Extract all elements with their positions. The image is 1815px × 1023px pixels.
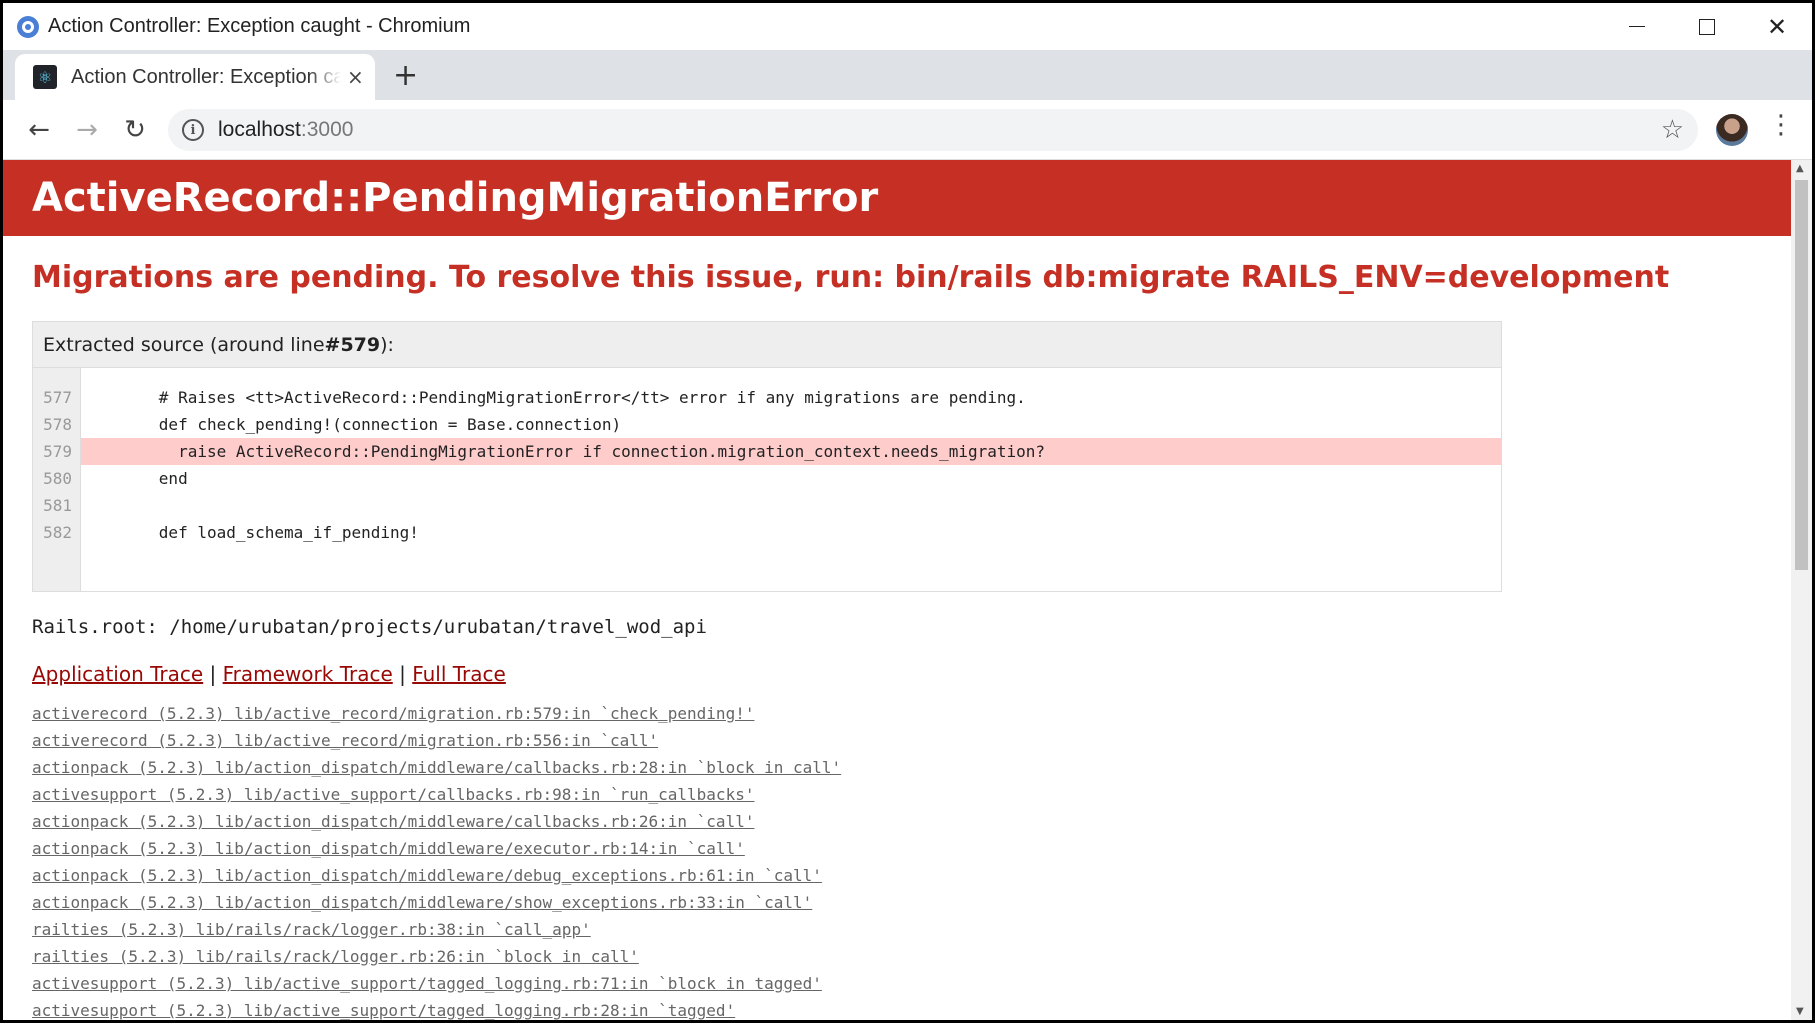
url-host: localhost <box>218 118 301 141</box>
code-lines: # Raises <tt>ActiveRecord::PendingMigrat… <box>81 368 1501 591</box>
minimize-button[interactable] <box>1602 3 1672 50</box>
info-icon[interactable]: i <box>182 119 204 141</box>
source-body: 577 578 579 580 581 582 # Raises <tt>Act… <box>33 368 1501 591</box>
source-heading-prefix: Extracted source (around line <box>43 333 325 356</box>
trace-item[interactable]: activesupport (5.2.3) lib/active_support… <box>32 970 1791 997</box>
full-trace-link[interactable]: Full Trace <box>412 662 506 686</box>
forward-arrow-icon[interactable]: → <box>63 106 111 154</box>
line-number: 579 <box>43 442 72 461</box>
window-controls: ✕ <box>1602 3 1812 50</box>
line-number: 581 <box>43 496 72 515</box>
url-text[interactable]: localhost:3000 <box>218 118 353 142</box>
line-number: 578 <box>43 415 72 434</box>
source-heading: Extracted source (around line #579): <box>33 322 1501 368</box>
trace-list: activerecord (5.2.3) lib/active_record/m… <box>32 700 1791 1020</box>
source-heading-suffix: ): <box>380 333 394 356</box>
trace-item[interactable]: activerecord (5.2.3) lib/active_record/m… <box>32 700 1791 727</box>
trace-item[interactable]: activerecord (5.2.3) lib/active_record/m… <box>32 727 1791 754</box>
separator: | <box>203 662 223 686</box>
line-number: 582 <box>43 523 72 542</box>
code-line: def load_schema_if_pending! <box>101 523 419 542</box>
tab-strip: ⚛ Action Controller: Exception caught × … <box>3 50 1812 100</box>
profile-avatar[interactable] <box>1716 114 1748 146</box>
tab-active[interactable]: ⚛ Action Controller: Exception caught × <box>15 54 375 100</box>
code-line: def check_pending!(connection = Base.con… <box>101 415 622 434</box>
trace-item[interactable]: actionpack (5.2.3) lib/action_dispatch/m… <box>32 808 1791 835</box>
source-heading-line: #579 <box>324 333 381 356</box>
page-content: ActiveRecord::PendingMigrationError Migr… <box>3 160 1791 1020</box>
address-bar[interactable]: i localhost:3000 ☆ <box>168 109 1698 151</box>
close-window-button[interactable]: ✕ <box>1742 3 1812 50</box>
minimize-icon <box>1629 26 1645 27</box>
trace-item[interactable]: actionpack (5.2.3) lib/action_dispatch/m… <box>32 862 1791 889</box>
page-scrollbar[interactable]: ▲ ▼ <box>1791 160 1812 1020</box>
close-icon: ✕ <box>1766 12 1788 41</box>
line-number: 577 <box>43 388 72 407</box>
chromium-icon <box>17 15 39 38</box>
kebab-menu-icon[interactable]: ⋮ <box>1768 110 1794 140</box>
line-numbers: 577 578 579 580 581 582 <box>33 368 81 591</box>
trace-item[interactable]: railties (5.2.3) lib/rails/rack/logger.r… <box>32 943 1791 970</box>
error-header: ActiveRecord::PendingMigrationError <box>3 160 1791 236</box>
tab-label: Action Controller: Exception caught <box>71 65 341 88</box>
reload-icon[interactable]: ↻ <box>111 106 159 154</box>
error-name: ActiveRecord::PendingMigrationError <box>32 175 879 221</box>
trace-item[interactable]: railties (5.2.3) lib/rails/rack/logger.r… <box>32 916 1791 943</box>
application-trace-link[interactable]: Application Trace <box>32 662 203 686</box>
code-line: # Raises <tt>ActiveRecord::PendingMigrat… <box>101 388 1026 407</box>
code-line-highlighted: raise ActiveRecord::PendingMigrationErro… <box>81 438 1501 465</box>
trace-item[interactable]: actionpack (5.2.3) lib/action_dispatch/m… <box>32 754 1791 781</box>
scroll-down-icon[interactable]: ▼ <box>1796 1006 1804 1017</box>
browser-toolbar: ← → ↻ i localhost:3000 ☆ ⋮ <box>3 100 1812 160</box>
maximize-button[interactable] <box>1672 3 1742 50</box>
extracted-source: Extracted source (around line #579): 577… <box>32 321 1502 592</box>
trace-item[interactable]: actionpack (5.2.3) lib/action_dispatch/m… <box>32 889 1791 916</box>
new-tab-button[interactable]: + <box>393 58 418 93</box>
title-bar: Action Controller: Exception caught - Ch… <box>3 3 1812 50</box>
window-title: Action Controller: Exception caught - Ch… <box>48 15 471 37</box>
maximize-icon <box>1699 18 1715 35</box>
browser-window: Action Controller: Exception caught - Ch… <box>3 3 1812 1020</box>
line-number: 580 <box>43 469 72 488</box>
trace-links: Application Trace | Framework Trace | Fu… <box>32 662 1791 686</box>
scroll-up-icon[interactable]: ▲ <box>1796 163 1804 174</box>
error-message: Migrations are pending. To resolve this … <box>32 260 1670 295</box>
trace-item[interactable]: activesupport (5.2.3) lib/active_support… <box>32 997 1791 1020</box>
separator: | <box>392 662 413 686</box>
trace-item[interactable]: actionpack (5.2.3) lib/action_dispatch/m… <box>32 835 1791 862</box>
code-line: end <box>101 469 188 488</box>
rails-root: Rails.root: /home/urubatan/projects/urub… <box>32 616 707 638</box>
back-arrow-icon[interactable]: ← <box>15 106 63 154</box>
trace-item[interactable]: activesupport (5.2.3) lib/active_support… <box>32 781 1791 808</box>
tab-close-icon[interactable]: × <box>347 65 364 89</box>
scroll-thumb[interactable] <box>1795 180 1808 570</box>
star-icon[interactable]: ☆ <box>1661 115 1684 145</box>
url-port: :3000 <box>300 118 354 141</box>
react-favicon-icon: ⚛ <box>33 65 57 89</box>
framework-trace-link[interactable]: Framework Trace <box>223 662 393 686</box>
